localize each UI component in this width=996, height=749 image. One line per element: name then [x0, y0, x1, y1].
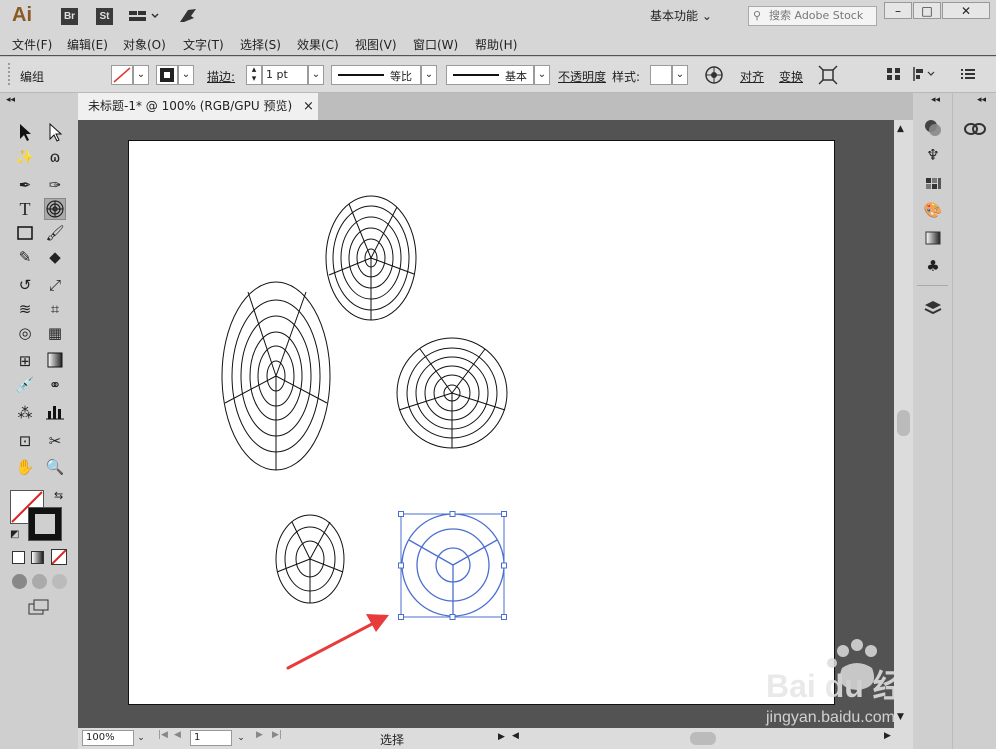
svg-text:jingyan.baidu.com: jingyan.baidu.com	[765, 709, 895, 726]
color-panel-icon[interactable]	[922, 117, 944, 139]
scroll-down-icon[interactable]: ▼	[897, 712, 904, 722]
layers-panel-icon[interactable]	[922, 297, 944, 319]
status-bar: 100% ⌄ |◀ ◀ 1 ⌄ ▶ ▶| 选择 ▶ ◀ ▶	[78, 728, 913, 749]
status-menu-icon[interactable]: ▶	[498, 732, 505, 742]
annotation-arrow	[286, 614, 389, 670]
scroll-up-icon[interactable]: ▲	[897, 124, 904, 134]
artwork-layer: Bai du 经验 jingyan.baidu.com	[221, 195, 937, 726]
expand-panels-icon[interactable]: ◂◂	[931, 95, 940, 105]
symbols-panel-icon[interactable]: ♣	[922, 255, 944, 277]
panel-dock-icons: ◂◂ ♆ 🎨 ♣	[913, 93, 952, 749]
gradient-panel-icon[interactable]	[922, 227, 944, 249]
last-artboard-icon[interactable]: ▶|	[272, 730, 282, 740]
next-artboard-icon[interactable]: ▶	[256, 730, 263, 740]
scroll-right-icon[interactable]: ▶	[884, 731, 891, 741]
vertical-scrollbar[interactable]: ▲ ▼	[894, 120, 913, 728]
status-tool-label: 选择	[380, 733, 405, 747]
previous-artboard-icon[interactable]: ◀	[174, 730, 181, 740]
polar-grid-selected[interactable]	[401, 513, 505, 617]
first-artboard-icon[interactable]: |◀	[158, 730, 168, 740]
zoom-input[interactable]: 100%	[82, 730, 134, 746]
panel-dock-libraries: ◂◂	[952, 93, 996, 749]
brushes-panel-icon[interactable]: 🎨	[922, 199, 944, 221]
polar-grid-top[interactable]	[325, 195, 417, 321]
color-guide-icon[interactable]: ♆	[922, 144, 944, 166]
polar-grid-small[interactable]	[275, 514, 345, 604]
swatches-panel-icon[interactable]	[922, 172, 944, 194]
scroll-left-icon[interactable]: ◀	[512, 731, 519, 741]
vertical-scroll-thumb[interactable]	[897, 410, 910, 436]
polar-grid-right[interactable]	[396, 337, 508, 449]
expand-libraries-icon[interactable]: ◂◂	[977, 95, 986, 105]
horizontal-scroll-thumb[interactable]	[690, 732, 716, 745]
polar-grid-large-ellipse[interactable]	[221, 281, 331, 471]
artboard-number-input[interactable]: 1	[190, 730, 232, 746]
zoom-dropdown[interactable]: ⌄	[134, 730, 148, 746]
artboard-dropdown[interactable]: ⌄	[234, 730, 248, 746]
libraries-panel-icon[interactable]	[963, 117, 986, 139]
